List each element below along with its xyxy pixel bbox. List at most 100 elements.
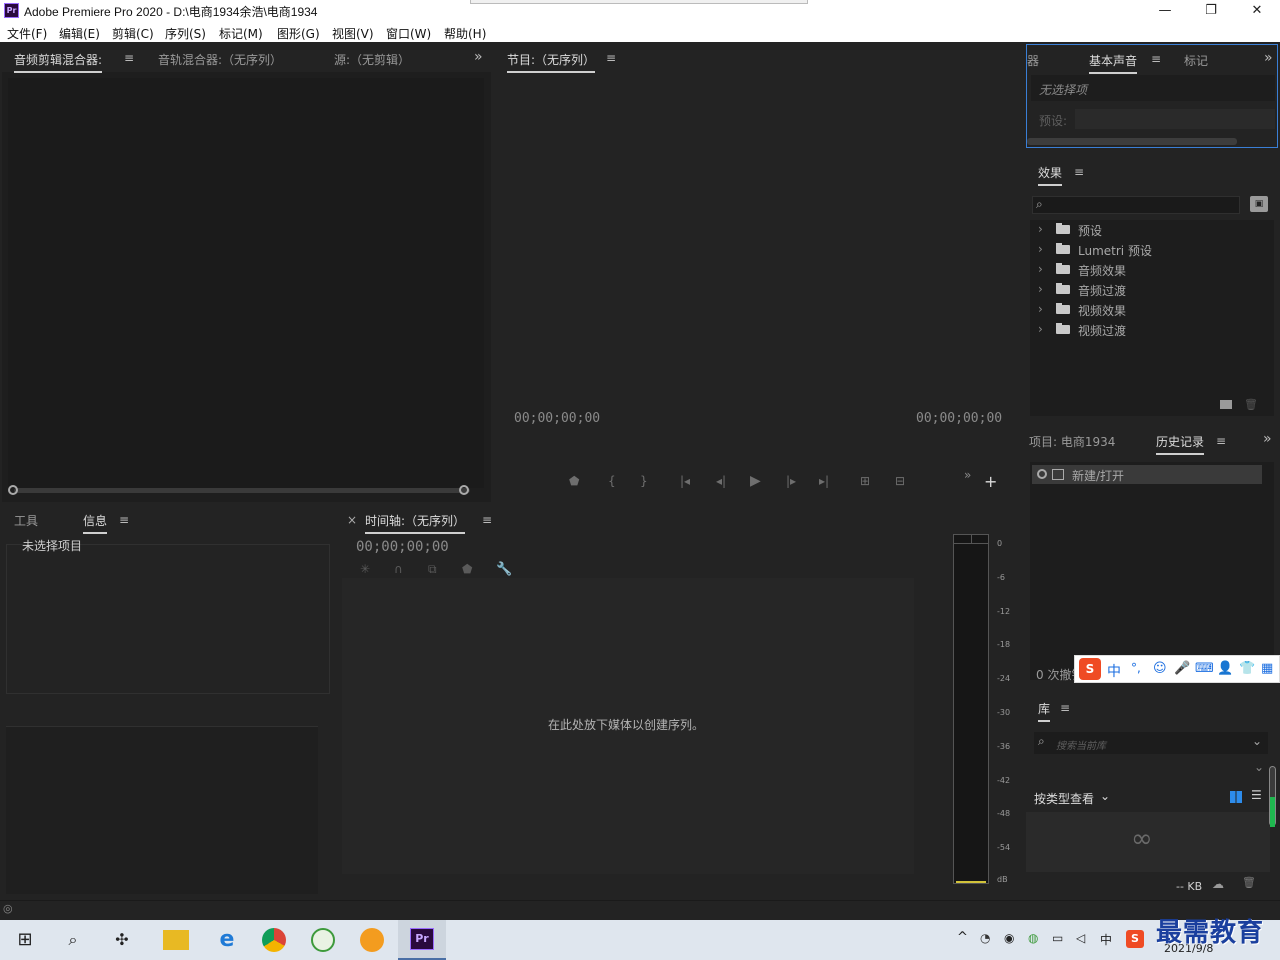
tree-item-video-transitions[interactable]: › 视频过渡 bbox=[1036, 320, 1272, 339]
tab-source[interactable]: 源:（无剪辑） bbox=[334, 51, 410, 68]
tab-project[interactable]: 项目: 电商1934 bbox=[1029, 433, 1115, 450]
panel-menu-icon[interactable]: ≡ bbox=[124, 51, 134, 65]
file-explorer-icon[interactable] bbox=[163, 930, 189, 950]
program-title[interactable]: 节目:（无序列） bbox=[507, 51, 596, 73]
timeline-title[interactable]: 时间轴:（无序列） bbox=[365, 512, 466, 534]
go-to-out-icon[interactable]: ▸| bbox=[819, 474, 829, 488]
minimize-button[interactable]: — bbox=[1142, 0, 1188, 22]
scrollbar-track[interactable] bbox=[1269, 766, 1276, 827]
timeline-track-area[interactable]: 在此处放下媒体以创建序列。 bbox=[342, 578, 914, 874]
qq-icon[interactable]: ◉ bbox=[1004, 931, 1014, 945]
tree-item-presets[interactable]: › 预设 bbox=[1036, 220, 1272, 239]
tab-info[interactable]: 信息 bbox=[83, 512, 108, 534]
extract-icon[interactable]: ⊟ bbox=[895, 474, 905, 488]
ime-punctuation[interactable]: °, bbox=[1131, 661, 1141, 675]
libraries-title[interactable]: 库 bbox=[1038, 700, 1051, 722]
panel-menu-icon[interactable]: ≡ bbox=[1074, 165, 1084, 179]
scrollbar-thumb[interactable] bbox=[1270, 797, 1275, 827]
tree-item-audio-transitions[interactable]: › 音频过渡 bbox=[1036, 280, 1272, 299]
timeline-timecode[interactable]: 00;00;00;00 bbox=[356, 539, 449, 555]
chevron-right-icon[interactable]: › bbox=[1038, 262, 1043, 276]
panel-menu-icon[interactable]: ≡ bbox=[606, 51, 616, 65]
new-custom-bin-icon[interactable]: ▣ bbox=[1250, 196, 1268, 212]
chevron-right-icon[interactable]: › bbox=[1038, 322, 1043, 336]
chevron-down-icon[interactable]: ⌄ bbox=[1252, 734, 1262, 748]
panel-overflow-icon[interactable]: » bbox=[1264, 50, 1273, 66]
tab-markers[interactable]: 标记 bbox=[1184, 52, 1208, 69]
play-icon[interactable]: ▶ bbox=[750, 473, 761, 489]
windows-start-icon[interactable]: ⊞ bbox=[12, 928, 38, 952]
panel-menu-icon[interactable]: ≡ bbox=[1060, 701, 1070, 715]
panel-menu-icon[interactable]: ≡ bbox=[1151, 52, 1161, 66]
wrench-icon[interactable]: 🔧 bbox=[496, 562, 512, 577]
scroll-handle-right[interactable] bbox=[459, 485, 469, 495]
effects-title[interactable]: 效果 bbox=[1038, 164, 1063, 186]
tab-history[interactable]: 历史记录 bbox=[1156, 433, 1205, 455]
menu-graphics[interactable]: 图形(G) bbox=[277, 25, 320, 42]
tab-audio-track-mixer[interactable]: 音轨混合器:（无序列） bbox=[158, 51, 282, 68]
menu-edit[interactable]: 编辑(E) bbox=[59, 25, 100, 42]
sogou-tray-icon[interactable]: S bbox=[1126, 930, 1144, 948]
tree-item-audio-effects[interactable]: › 音频效果 bbox=[1036, 260, 1272, 279]
panel-menu-icon[interactable]: ≡ bbox=[482, 513, 492, 527]
app-icon[interactable]: ✣ bbox=[109, 928, 135, 952]
chevron-right-icon[interactable]: › bbox=[1038, 282, 1043, 296]
magnet-icon[interactable]: ∩ bbox=[394, 562, 403, 576]
tray-expand-icon[interactable]: ^ bbox=[957, 930, 968, 945]
go-to-in-icon[interactable]: |◂ bbox=[680, 474, 690, 488]
tab-tools[interactable]: 工具 bbox=[14, 512, 38, 529]
trash-icon[interactable]: 🗑 bbox=[1242, 876, 1256, 889]
chrome-icon[interactable] bbox=[262, 928, 286, 952]
panel-overflow-icon[interactable]: » bbox=[1263, 431, 1272, 447]
trash-icon[interactable]: 🗑 bbox=[1244, 398, 1258, 411]
user-icon[interactable]: 👤 bbox=[1217, 661, 1233, 676]
menu-help[interactable]: 帮助(H) bbox=[444, 25, 486, 42]
tab-audio-clip-mixer[interactable]: 音频剪辑混合器: bbox=[14, 51, 103, 73]
chevron-right-icon[interactable]: › bbox=[1038, 302, 1043, 316]
in-point-icon[interactable]: { bbox=[608, 474, 616, 488]
keyboard-icon[interactable]: ⌨ bbox=[1195, 661, 1214, 676]
view-by-type-dropdown[interactable]: 按类型查看 bbox=[1034, 790, 1094, 807]
skin-icon[interactable]: 👕 bbox=[1239, 661, 1255, 676]
tab-essential-sound[interactable]: 基本声音 bbox=[1089, 52, 1138, 74]
close-button[interactable]: ✕ bbox=[1234, 0, 1280, 22]
taskbar-item-premiere[interactable]: Pr bbox=[398, 920, 446, 960]
list-view-icon[interactable]: ☰ bbox=[1251, 788, 1262, 802]
volume-icon[interactable]: ◁ bbox=[1076, 931, 1085, 945]
program-timecode-current[interactable]: 00;00;00;00 bbox=[514, 411, 600, 426]
out-point-icon[interactable]: } bbox=[640, 474, 648, 488]
security-icon[interactable]: ◍ bbox=[1028, 931, 1038, 945]
preset-dropdown[interactable] bbox=[1075, 109, 1275, 129]
lift-icon[interactable]: ⊞ bbox=[860, 474, 870, 488]
panel-menu-icon[interactable]: ≡ bbox=[119, 513, 129, 527]
menu-view[interactable]: 视图(V) bbox=[332, 25, 374, 42]
panel-scrollbar[interactable] bbox=[1027, 138, 1237, 145]
library-search-input[interactable]: ⌕ 搜索当前库 ⌄ bbox=[1034, 732, 1268, 754]
notification-icon[interactable]: ◔ bbox=[980, 931, 990, 945]
history-item[interactable]: 新建/打开 bbox=[1032, 465, 1262, 484]
menu-marker[interactable]: 标记(M) bbox=[219, 25, 263, 42]
effects-search-input[interactable]: ⌕ bbox=[1032, 196, 1240, 214]
menu-sequence[interactable]: 序列(S) bbox=[165, 25, 206, 42]
ime-language[interactable]: 中 bbox=[1100, 931, 1112, 948]
status-icon[interactable]: ◎ bbox=[3, 902, 13, 915]
maximize-button[interactable]: ❐ bbox=[1188, 0, 1234, 22]
step-back-icon[interactable]: ◂| bbox=[716, 474, 726, 488]
search-icon[interactable]: ⌕ bbox=[60, 928, 86, 952]
ime-chinese-mode[interactable]: 中 bbox=[1107, 661, 1121, 681]
tree-item-video-effects[interactable]: › 视频效果 bbox=[1036, 300, 1272, 319]
chevron-down-icon[interactable]: ⌄ bbox=[1254, 760, 1264, 774]
app-icon[interactable] bbox=[360, 928, 384, 952]
marker-icon[interactable]: ⬟ bbox=[462, 562, 472, 576]
snap-icon[interactable]: ✳ bbox=[360, 562, 370, 576]
panel-overflow-icon[interactable]: » bbox=[474, 49, 483, 65]
close-icon[interactable]: × bbox=[347, 513, 357, 527]
sogou-logo-icon[interactable]: S bbox=[1079, 658, 1101, 680]
tree-item-lumetri-presets[interactable]: › Lumetri 预设 bbox=[1036, 240, 1272, 259]
microphone-icon[interactable]: 🎤 bbox=[1174, 661, 1190, 676]
menu-window[interactable]: 窗口(W) bbox=[386, 25, 431, 42]
button-editor-add-icon[interactable]: + bbox=[984, 472, 997, 491]
panel-menu-icon[interactable]: ≡ bbox=[1216, 434, 1226, 448]
controls-overflow-icon[interactable]: » bbox=[964, 468, 971, 482]
marker-icon[interactable]: ⬟ bbox=[569, 474, 579, 488]
